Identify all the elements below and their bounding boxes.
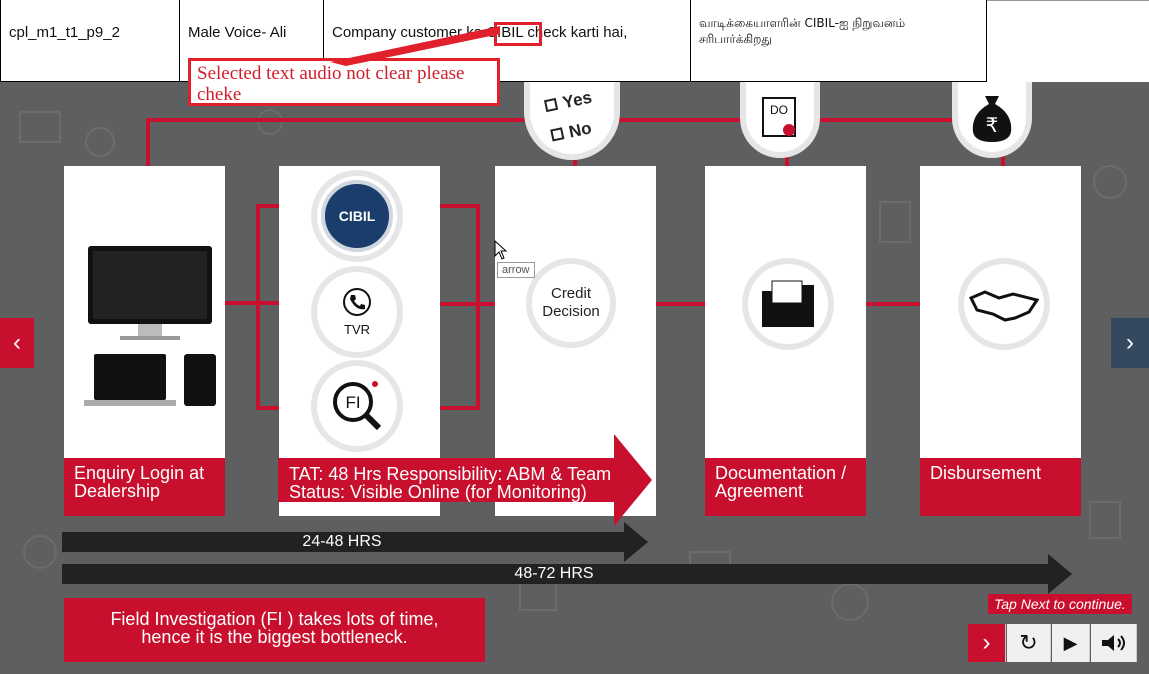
join-connector [476, 204, 480, 410]
credit-decision-label: Credit Decision [542, 285, 600, 320]
documentation-label: Documentation / Agreement [705, 458, 866, 516]
folder-icon [742, 258, 834, 350]
folder-glyph-icon [762, 280, 814, 327]
fork-connector [256, 204, 260, 410]
no-label: No [567, 118, 594, 142]
disbursement-label: Disbursement [920, 458, 1081, 516]
cursor-icon [494, 240, 508, 260]
empty-cell [987, 0, 1149, 82]
scroll-icon: DO [762, 97, 796, 137]
play-icon: ▶ [1063, 632, 1078, 653]
short-timeline-label: 24-48 HRS [62, 533, 622, 551]
chevron-right-icon: › [1126, 329, 1134, 356]
svg-text:₹: ₹ [986, 113, 999, 137]
continue-hint: Tap Next to continue. [988, 594, 1132, 614]
tat-label: TAT: 48 Hrs Responsibility: ABM & Team S… [289, 464, 612, 502]
phone-icon: TVR [311, 266, 403, 358]
handshake-icon [958, 258, 1050, 350]
play-button[interactable]: ▶ [1052, 624, 1090, 662]
next-button[interactable]: › [968, 624, 1006, 662]
svg-text:DO: DO [770, 103, 788, 117]
tooltip: arrow [497, 262, 535, 278]
callout-pointer [330, 26, 500, 66]
credit-decision-node: Credit Decision [526, 258, 616, 348]
long-timeline-label: 48-72 HRS [62, 565, 1046, 583]
volume-button[interactable] [1091, 624, 1137, 662]
cibil-icon: CIBIL [311, 170, 403, 262]
rupee-bag-icon: ₹ [972, 96, 1012, 142]
handshake-glyph-icon [969, 290, 1039, 322]
chevron-left-icon: ‹ [13, 329, 21, 356]
enquiry-label: Enquiry Login at Dealership [64, 458, 225, 516]
next-slide-side-button[interactable]: › [1111, 318, 1149, 368]
tvr-label: TVR [344, 322, 370, 337]
speaker-icon [1101, 635, 1125, 651]
phone-glyph-icon [343, 288, 371, 316]
prev-slide-button[interactable]: ‹ [0, 318, 34, 368]
replay-icon: ↻ [1019, 630, 1038, 655]
replay-button[interactable]: ↻ [1007, 624, 1051, 662]
bottleneck-note: Field Investigation (FI ) takes lots of … [64, 598, 485, 662]
slide-stage: CIBIL TVR FI Credit Decision Yes No DO ₹… [0, 82, 1149, 674]
translation-cell: வாடிக்கையாளரின் CIBIL-ஐ நிறுவனம் சரிபார்… [690, 0, 987, 82]
svg-text:FI: FI [345, 393, 360, 412]
chevron-right-icon: › [982, 629, 991, 656]
magnifier-glyph-icon: FI [333, 381, 382, 431]
devices-icon [84, 246, 216, 406]
